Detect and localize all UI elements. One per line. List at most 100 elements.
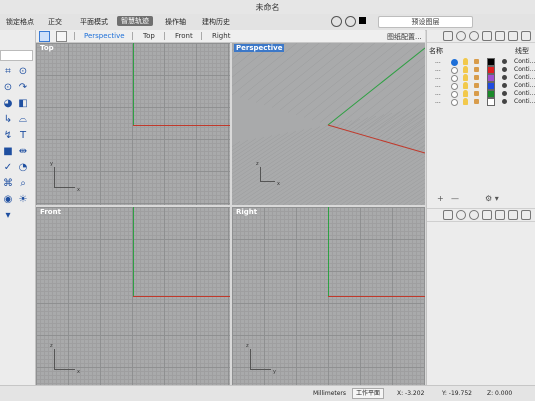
current-layer-dot[interactable] (451, 91, 458, 98)
material-icon[interactable] (502, 67, 507, 72)
properties-tab-icon[interactable] (456, 31, 466, 41)
more-tool-icon[interactable]: ▾ (2, 210, 14, 222)
layer-settings-button[interactable]: ⚙ ▾ (485, 194, 499, 203)
ortho-toggle[interactable]: 正交 (48, 17, 62, 27)
viewport-right[interactable]: Right y z (232, 207, 425, 385)
layer-linetype[interactable]: Conti... (514, 90, 535, 98)
cube-tool-icon[interactable]: ■ (2, 146, 14, 158)
material-tab-icon[interactable] (495, 31, 505, 41)
transform-tool-icon[interactable]: ⌘ (2, 178, 14, 190)
display-tab-icon[interactable] (469, 31, 479, 41)
layer-color-swatch[interactable] (487, 82, 495, 90)
layer-color-swatch[interactable] (359, 17, 366, 24)
smarttrack-toggle[interactable]: 智慧轨迹 (117, 16, 153, 26)
layer-color-swatch[interactable] (487, 98, 495, 106)
current-layer-dot[interactable] (451, 75, 458, 82)
layer-name-header[interactable]: 名称 (429, 46, 443, 56)
layer-linetype[interactable]: Conti... (514, 98, 535, 106)
current-layer-dropdown[interactable]: 预设图层 (378, 16, 473, 28)
target-icon[interactable] (345, 16, 356, 27)
layer-row[interactable]: ... Conti... (427, 82, 535, 90)
lock-icon[interactable] (474, 83, 479, 88)
notes-tab-icon[interactable] (521, 210, 531, 220)
lock-icon[interactable] (474, 99, 479, 104)
layer-color-swatch[interactable] (487, 66, 495, 74)
extrude-tool-icon[interactable]: ↳ (2, 114, 14, 126)
four-view-icon[interactable] (39, 31, 50, 42)
circle-tool-icon[interactable]: ⊙ (17, 66, 29, 78)
layout-button[interactable]: 图纸配置... (387, 32, 422, 42)
notes-tab-icon[interactable] (521, 31, 531, 41)
single-view-icon[interactable] (56, 31, 67, 42)
layer-color-swatch[interactable] (487, 90, 495, 98)
tab-top[interactable]: Top (143, 32, 155, 40)
layers-tab-icon[interactable] (443, 210, 453, 220)
linetype-header[interactable]: 线型 (515, 46, 529, 56)
properties-tab-icon[interactable] (456, 210, 466, 220)
visible-bulb-icon[interactable] (463, 90, 468, 97)
zoom-tool-icon[interactable]: ⌕ (17, 178, 29, 190)
units-label[interactable]: Millimeters (313, 390, 346, 397)
layer-row[interactable]: ... Conti... (427, 98, 535, 106)
command-input[interactable] (0, 50, 33, 61)
visible-bulb-icon[interactable] (463, 82, 468, 89)
viewport-top[interactable]: Top x y (36, 43, 230, 205)
current-layer-dot[interactable] (451, 99, 458, 106)
layer-color-swatch[interactable] (487, 58, 495, 66)
material-icon[interactable] (502, 91, 507, 96)
filter-icon[interactable] (331, 16, 342, 27)
lock-icon[interactable] (474, 59, 479, 64)
light-tab-icon[interactable] (508, 31, 518, 41)
visible-bulb-icon[interactable] (463, 98, 468, 105)
osnap-toggle[interactable]: 锁定格点 (6, 17, 34, 27)
render-tab-icon[interactable] (482, 31, 492, 41)
viewport-label[interactable]: Right (234, 208, 259, 216)
current-layer-dot[interactable] (451, 59, 458, 66)
planar-toggle[interactable]: 平面模式 (80, 17, 108, 27)
point-tool-icon[interactable]: ⌗ (2, 66, 14, 78)
polyline-tool-icon[interactable]: ⊙ (2, 82, 14, 94)
tab-front[interactable]: Front (175, 32, 193, 40)
add-layer-button[interactable]: + (437, 194, 444, 203)
display-tab-icon[interactable] (469, 210, 479, 220)
dimension-tool-icon[interactable]: ⇹ (17, 146, 29, 158)
render-tool-icon[interactable]: ◉ (2, 194, 14, 206)
visible-bulb-icon[interactable] (463, 74, 468, 81)
material-icon[interactable] (502, 83, 507, 88)
layer-row[interactable]: ... Conti... (427, 74, 535, 82)
history-toggle[interactable]: 建构历史 (202, 17, 230, 27)
layer-linetype[interactable]: Conti... (514, 66, 535, 74)
layer-color-swatch[interactable] (487, 74, 495, 82)
tab-perspective[interactable]: Perspective (84, 32, 125, 40)
lock-icon[interactable] (474, 91, 479, 96)
cylinder-tool-icon[interactable]: ⌓ (17, 114, 29, 126)
material-icon[interactable] (502, 99, 507, 104)
analyze-tool-icon[interactable]: ◔ (17, 162, 29, 174)
lock-icon[interactable] (474, 75, 479, 80)
cplane-dropdown[interactable]: 工作平面 (352, 388, 385, 399)
visible-bulb-icon[interactable] (463, 58, 468, 65)
visible-bulb-icon[interactable] (463, 66, 468, 73)
material-icon[interactable] (502, 59, 507, 64)
delete-layer-button[interactable]: — (451, 194, 459, 203)
material-tab-icon[interactable] (495, 210, 505, 220)
layer-linetype[interactable]: Conti... (514, 58, 535, 66)
viewport-label[interactable]: Top (38, 44, 56, 52)
viewport-label[interactable]: Front (38, 208, 63, 216)
viewport-front[interactable]: Front x z (36, 207, 230, 385)
layer-linetype[interactable]: Conti... (514, 82, 535, 90)
arc-tool-icon[interactable]: ↷ (17, 82, 29, 94)
layer-row[interactable]: ... Conti... (427, 90, 535, 98)
check-tool-icon[interactable]: ✓ (2, 162, 14, 174)
material-icon[interactable] (502, 75, 507, 80)
current-layer-dot[interactable] (451, 67, 458, 74)
light-tab-icon[interactable] (508, 210, 518, 220)
lock-icon[interactable] (474, 67, 479, 72)
solid-tool-icon[interactable]: ◕ (2, 98, 14, 110)
viewport-perspective[interactable]: Perspective x z (232, 43, 425, 205)
light-tool-icon[interactable]: ☀ (17, 194, 29, 206)
layers-tab-icon[interactable] (443, 31, 453, 41)
fillet-tool-icon[interactable]: ↯ (2, 130, 14, 142)
tab-right[interactable]: Right (212, 32, 230, 40)
layer-row[interactable]: ... Conti... (427, 58, 535, 66)
